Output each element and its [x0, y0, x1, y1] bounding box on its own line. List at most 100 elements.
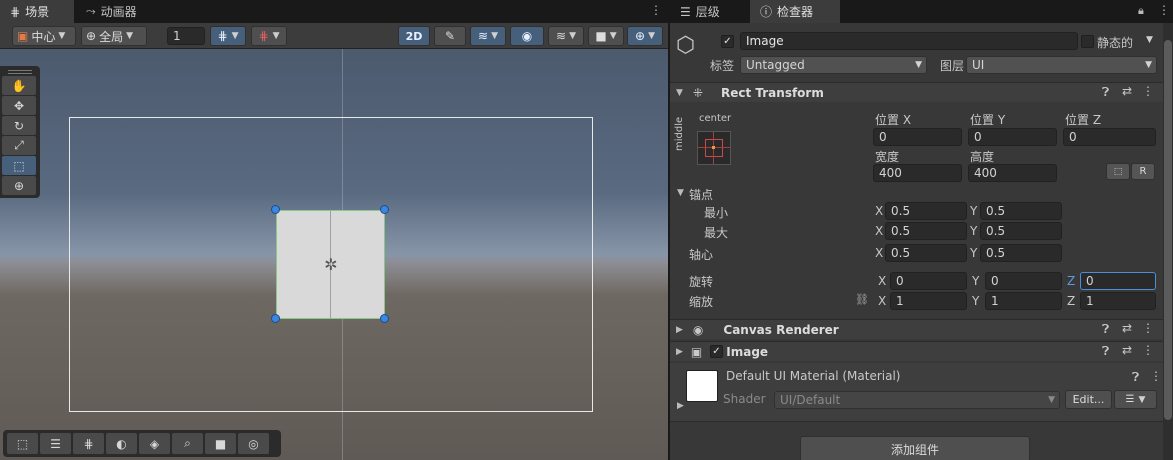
snap-icon: ⋕: [258, 29, 269, 43]
collapse-arrow-icon[interactable]: ▼: [676, 88, 683, 98]
image-enabled-checkbox[interactable]: ✓: [710, 345, 723, 358]
pivot-y-input[interactable]: 0.5: [980, 244, 1062, 262]
more-menu-icon[interactable]: ⋮: [1158, 3, 1170, 17]
pos-y-input[interactable]: 0: [968, 128, 1057, 146]
pivot-dropdown[interactable]: ▣ 中心 ▼: [12, 26, 76, 46]
anchor-min-x-input[interactable]: 0.5: [885, 202, 967, 220]
anchor-presets-button[interactable]: [697, 131, 731, 165]
layers-dropdown[interactable]: ≋ ▼: [548, 26, 584, 46]
chevron-down-icon[interactable]: ▼: [1146, 35, 1153, 45]
tab-animator[interactable]: ⤳ 动画器: [76, 0, 166, 23]
scene-viewport[interactable]: ✲ ✋ ✥ ↻ ⤢ ⬚ ⊕ ⬚ ☰ ⋕ ◐ ◈ ⌕ ■ ◎: [0, 49, 668, 460]
resize-handle-bottom-right[interactable]: [380, 314, 389, 323]
anchor-min-y-input[interactable]: 0.5: [980, 202, 1062, 220]
help-icon[interactable]: ❓︎: [1132, 370, 1139, 385]
rotate-tool-icon[interactable]: ↻: [2, 116, 36, 135]
lighting-icon: ✎: [444, 29, 456, 43]
presets-icon[interactable]: ⇄: [1122, 84, 1132, 98]
expand-arrow-icon[interactable]: ▶: [676, 347, 683, 357]
pivot-gizmo-icon[interactable]: ✲: [319, 255, 343, 275]
tab-scene[interactable]: ⋕ 场景: [0, 0, 74, 23]
height-input[interactable]: 400: [968, 164, 1057, 182]
pos-z-input[interactable]: 0: [1063, 128, 1156, 146]
selected-image-object[interactable]: ✲: [276, 210, 385, 319]
lighting-toggle[interactable]: ✎: [434, 26, 466, 46]
compass-icon[interactable]: ◎: [238, 433, 269, 454]
resize-handle-bottom-left[interactable]: [271, 314, 280, 323]
rotation-x-input[interactable]: 0: [890, 272, 967, 290]
rotation-z-input[interactable]: 0: [1080, 272, 1156, 290]
canvas-renderer-header[interactable]: ▶ ◉ Canvas Renderer ❓︎ ⇄ ⋮: [670, 319, 1173, 339]
more-menu-icon[interactable]: ⋮: [650, 3, 662, 17]
transform-tool-icon[interactable]: ⊕: [2, 176, 36, 195]
active-checkbox[interactable]: ✓: [721, 35, 734, 48]
width-input[interactable]: 400: [873, 164, 962, 182]
layers-tool-icon[interactable]: ◈: [139, 433, 170, 454]
visibility-toggle[interactable]: ◉: [510, 26, 544, 46]
rotation-y-input[interactable]: 0: [985, 272, 1062, 290]
effects-dropdown[interactable]: ≋ ▼: [470, 26, 506, 46]
space-dropdown[interactable]: ⊕ 全局 ▼: [81, 26, 147, 46]
lock-icon[interactable]: 🔒︎: [1138, 4, 1144, 18]
expand-arrow-icon[interactable]: ▶: [676, 325, 683, 335]
shader-dropdown[interactable]: UI/Default ▼: [774, 391, 1060, 409]
help-icon[interactable]: ❓︎: [1102, 85, 1109, 100]
tab-hierarchy[interactable]: ☰ 层级: [670, 0, 748, 23]
material-preview[interactable]: [686, 370, 718, 402]
anchor-max-y-input[interactable]: 0.5: [980, 222, 1062, 240]
grid-tool-icon[interactable]: ⋕: [73, 433, 104, 454]
camera-tool-icon[interactable]: ■: [205, 433, 236, 454]
layer-dropdown[interactable]: UI ▼: [966, 56, 1157, 74]
help-icon[interactable]: ❓︎: [1102, 322, 1109, 337]
anchor-max-x-input[interactable]: 0.5: [885, 222, 967, 240]
grid-snap-button[interactable]: ⋕ ▼: [210, 26, 246, 46]
search-icon[interactable]: ⌕: [172, 433, 203, 454]
tag-dropdown[interactable]: Untagged ▼: [740, 56, 927, 74]
pos-x-input[interactable]: 0: [873, 128, 962, 146]
ui-tool-icon[interactable]: ☰: [40, 433, 71, 454]
more-menu-icon[interactable]: ⋮: [1150, 369, 1162, 383]
raw-edit-button[interactable]: R: [1131, 163, 1155, 180]
tab-inspector[interactable]: ⓘ 检查器: [750, 0, 840, 23]
gizmos-dropdown[interactable]: ⊕ ▼: [627, 26, 663, 46]
help-icon[interactable]: ❓︎: [1102, 344, 1109, 359]
more-menu-icon[interactable]: ⋮: [1142, 343, 1154, 357]
more-menu-icon[interactable]: ⋮: [1142, 84, 1154, 98]
resize-handle-top-left[interactable]: [271, 205, 280, 214]
camera-dropdown[interactable]: ■ ▼: [588, 26, 624, 46]
mode-2d-button[interactable]: 2D: [398, 26, 430, 46]
increment-snap-button[interactable]: ⋕ ▼: [251, 26, 287, 46]
scale-z-input[interactable]: 1: [1080, 292, 1156, 310]
lighting-tool-icon[interactable]: ◐: [106, 433, 137, 454]
add-component-button[interactable]: 添加组件: [800, 436, 1030, 460]
presets-icon[interactable]: ⇄: [1122, 321, 1132, 335]
grid-snap-input[interactable]: 1: [167, 27, 205, 45]
axis-x-label: X: [875, 204, 884, 218]
axis-z-label: Z: [1067, 274, 1076, 288]
edit-shader-button[interactable]: Edit...: [1065, 390, 1112, 409]
scrollbar-thumb[interactable]: [1164, 40, 1172, 420]
drag-handle[interactable]: [8, 70, 32, 74]
hand-tool-icon[interactable]: ✋: [2, 76, 36, 95]
rect-transform-header[interactable]: ▼ ⁜ Rect Transform ❓︎ ⇄ ⋮: [670, 82, 1173, 102]
resize-handle-top-right[interactable]: [380, 205, 389, 214]
move-tool-icon[interactable]: ✥: [2, 96, 36, 115]
more-menu-icon[interactable]: ⋮: [1142, 321, 1154, 335]
pivot-x-input[interactable]: 0.5: [885, 244, 967, 262]
scale-y-input[interactable]: 1: [985, 292, 1062, 310]
anchors-collapse-icon[interactable]: ▼: [677, 188, 684, 198]
scale-tool-icon[interactable]: ⤢: [2, 136, 36, 155]
chevron-down-icon: ▼: [126, 31, 133, 41]
link-icon[interactable]: ⛓: [855, 293, 869, 306]
blueprint-mode-button[interactable]: ⬚: [1106, 163, 1130, 180]
image-component-header[interactable]: ▶ ▣ Image ❓︎ ⇄ ⋮: [670, 341, 1173, 361]
gameobject-cube-icon[interactable]: ⬡: [676, 33, 695, 58]
rect-tool-icon[interactable]: ⬚: [2, 156, 36, 175]
static-checkbox[interactable]: [1081, 35, 1094, 48]
object-name-input[interactable]: Image: [740, 32, 1078, 50]
presets-icon[interactable]: ⇄: [1122, 343, 1132, 357]
scale-x-input[interactable]: 1: [890, 292, 967, 310]
expand-arrow-icon[interactable]: ▶: [677, 401, 684, 411]
shader-options-button[interactable]: ☰ ▼: [1114, 390, 1157, 409]
rect-tool-icon[interactable]: ⬚: [7, 433, 38, 454]
